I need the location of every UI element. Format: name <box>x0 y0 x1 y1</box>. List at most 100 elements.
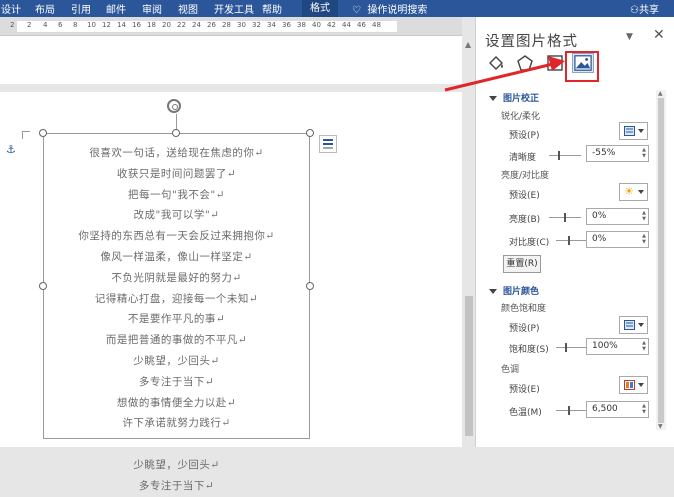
saturation-spinbox[interactable]: 100% ▲ ▼ <box>586 338 649 355</box>
sharpen-soften-heading: 锐化/柔化 <box>501 112 541 122</box>
saturation-slider-knob[interactable] <box>565 343 567 352</box>
size-properties-icon[interactable] <box>546 54 564 72</box>
ruler-number: 2 <box>10 21 15 29</box>
tab-layout[interactable]: 布局 <box>35 1 55 16</box>
tab-format[interactable]: 格式 <box>302 0 338 17</box>
tab-review[interactable]: 审阅 <box>142 1 162 16</box>
pane-scrollbar[interactable]: ▲ ▼ <box>656 90 666 430</box>
poem-line: 多专注于当下↵ <box>138 375 215 388</box>
ruler-number: 34 <box>267 21 276 29</box>
chevron-down-icon <box>638 323 644 327</box>
tell-me-search[interactable]: ♡ 操作说明搜索 <box>352 1 427 16</box>
share-button[interactable]: ⚇共享 <box>630 1 659 16</box>
brightness-spinbox[interactable]: 0% ▲ ▼ <box>586 208 649 225</box>
ruler-number: 44 <box>342 21 351 29</box>
saturation-preset-dropdown[interactable] <box>619 316 648 334</box>
ruler-number: 26 <box>207 21 216 29</box>
ruler-number: 38 <box>297 21 306 29</box>
resize-handle-top[interactable] <box>172 129 180 137</box>
temperature-slider-knob[interactable] <box>568 406 570 415</box>
spin-arrows-icon[interactable]: ▲ ▼ <box>642 340 646 352</box>
ruler-number: 16 <box>132 21 141 29</box>
tab-developer[interactable]: 开发工具 <box>214 1 254 16</box>
spin-arrows-icon[interactable]: ▲ ▼ <box>642 210 646 222</box>
contrast-slider-knob[interactable] <box>568 236 570 245</box>
section-picture-corrections[interactable]: 图片校正 <box>489 91 539 104</box>
effects-pentagon-icon[interactable] <box>516 54 534 72</box>
ruler-number: 22 <box>177 21 186 29</box>
tone-preset-dropdown[interactable] <box>619 376 648 394</box>
previous-page[interactable] <box>0 36 462 84</box>
spin-arrows-icon[interactable]: ▲ ▼ <box>642 403 646 415</box>
contrast-value: 0% <box>592 234 607 244</box>
pane-scroll-down-icon[interactable]: ▼ <box>658 423 663 430</box>
sun-icon: ☀ <box>624 185 634 198</box>
ruler-number: 40 <box>312 21 321 29</box>
spin-arrows-icon[interactable]: ▲ ▼ <box>642 147 646 159</box>
contrast-spinbox[interactable]: 0% ▲ ▼ <box>586 231 649 248</box>
poem-line: 收获只是时间问题罢了↵ <box>116 167 237 180</box>
ribbon-tab-bar: 设计 布局 引用 邮件 审阅 视图 开发工具 帮助 格式 ♡ 操作说明搜索 ⚇共… <box>0 0 674 17</box>
spin-arrows-icon[interactable]: ▲ ▼ <box>642 233 646 245</box>
brightness-slider[interactable] <box>549 213 581 222</box>
temperature-spinbox[interactable]: 6,500 ▲ ▼ <box>586 401 649 418</box>
reset-button[interactable]: 重置(R) <box>503 255 541 273</box>
rotate-handle[interactable] <box>167 99 181 113</box>
section-title: 图片校正 <box>503 94 540 104</box>
pane-scroll-up-icon[interactable]: ▲ <box>658 90 663 97</box>
sharpness-spinbox[interactable]: -55% ▲ ▼ <box>586 145 649 162</box>
poem-line: 像风一样温柔，像山一样坚定↵ <box>100 250 253 263</box>
close-icon[interactable]: ✕ <box>653 27 665 43</box>
poem-line: 很喜欢一句话，送给现在焦虑的你↵ <box>89 147 264 159</box>
scroll-up-icon[interactable]: ▲ <box>465 40 471 49</box>
chevron-down-icon <box>638 129 644 133</box>
tab-design[interactable]: 设计 <box>1 1 21 16</box>
share-label: 共享 <box>638 5 659 16</box>
poem-line: 不负光阴就是最好的努力↵ <box>111 271 242 284</box>
document-scrollbar[interactable]: ▲ <box>463 36 475 447</box>
poem-line: 改成"我可以学"↵ <box>133 209 220 222</box>
tab-view[interactable]: 视图 <box>178 1 198 16</box>
sharpness-slider-knob[interactable] <box>558 151 560 160</box>
section-picture-color[interactable]: 图片颜色 <box>489 284 539 297</box>
brightness-preset-label: 预设(E) <box>509 191 540 201</box>
contrast-slider[interactable] <box>556 236 588 245</box>
tab-mailings[interactable]: 邮件 <box>106 1 126 16</box>
brightness-preset-dropdown[interactable]: ☀ <box>619 183 648 201</box>
fill-line-icon[interactable] <box>487 54 505 72</box>
ruler-number: 28 <box>222 21 231 29</box>
poem-line: 而是把普通的事做的不平凡↵ <box>105 334 248 347</box>
pane-scroll-thumb[interactable] <box>658 98 664 423</box>
ruler-number: 48 <box>372 21 381 29</box>
ruler-number: 46 <box>357 21 366 29</box>
document-scroll-thumb[interactable] <box>465 296 473 436</box>
sharpness-slider[interactable] <box>549 151 581 160</box>
poem-line: 记得精心打盘，迎接每一个未知↵ <box>94 292 259 305</box>
temperature-label: 色温(M) <box>509 408 542 418</box>
layout-options-button[interactable] <box>319 135 337 153</box>
poem-line: 不是要作平凡的事↵ <box>127 313 226 326</box>
ruler-number: 12 <box>102 21 111 29</box>
resize-handle-top-right[interactable] <box>306 129 314 137</box>
poem-line: 少眺望，少回头↵ <box>133 458 220 471</box>
temperature-slider[interactable] <box>556 406 588 415</box>
resize-handle-top-left[interactable] <box>39 129 47 137</box>
tone-preset-icon <box>624 380 635 390</box>
sharpen-preset-icon <box>624 126 635 136</box>
ruler-number: 32 <box>252 21 261 29</box>
person-icon: ⚇ <box>630 5 639 16</box>
tab-references[interactable]: 引用 <box>71 1 91 16</box>
poem-line: 许下承诺就努力践行↵ <box>122 417 231 430</box>
saturation-slider[interactable] <box>556 343 588 352</box>
horizontal-ruler[interactable]: 2 2 4 6 8 10 12 14 16 18 20 22 24 26 28 … <box>0 17 462 36</box>
sharpen-preset-label: 预设(P) <box>509 131 540 141</box>
ruler-number: 24 <box>192 21 201 29</box>
pane-options-dropdown-icon[interactable]: ▼ <box>626 32 633 42</box>
poem-line: 把每一句"我不会"↵ <box>128 188 225 201</box>
sharpen-preset-dropdown[interactable] <box>619 122 648 140</box>
brightness-slider-knob[interactable] <box>564 213 566 222</box>
tab-help[interactable]: 帮助 <box>262 1 282 16</box>
picture-category-highlight <box>565 51 599 82</box>
poem-line: 少眺望，少回头↵ <box>133 354 220 367</box>
poem-line: 你坚持的东西总有一天会反过来拥抱你↵ <box>78 230 275 243</box>
